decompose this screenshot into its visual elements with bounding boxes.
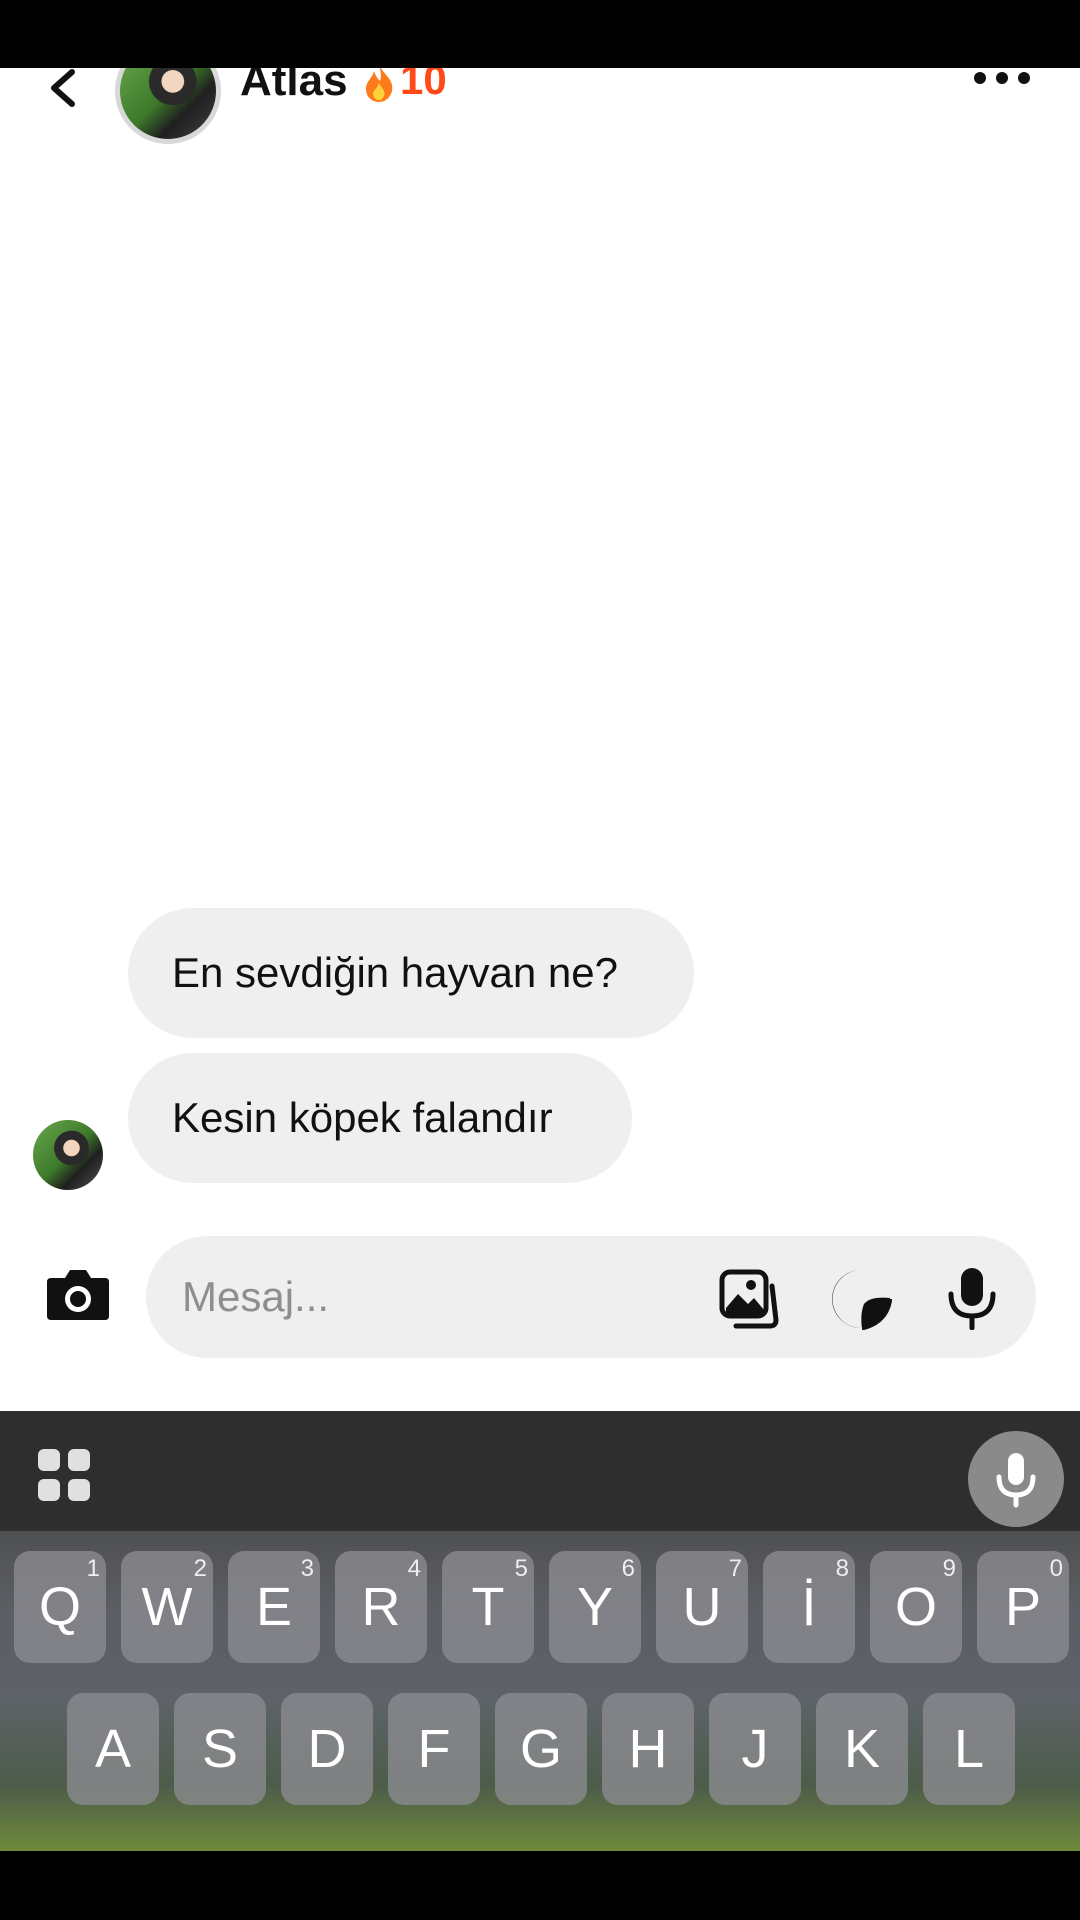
camera-button[interactable]: [45, 1266, 111, 1322]
keyboard-voice-button[interactable]: [968, 1431, 1064, 1527]
key-j[interactable]: J: [709, 1693, 801, 1805]
key-label: U: [682, 1577, 722, 1637]
key-label: E: [255, 1577, 293, 1637]
key-label: İ: [801, 1577, 817, 1637]
apps-grid-icon[interactable]: [38, 1449, 92, 1503]
keyboard-toolbar: [0, 1411, 1080, 1531]
gallery-icon: [719, 1269, 779, 1329]
key-y[interactable]: Y6: [549, 1551, 641, 1663]
key-number-hint: 4: [407, 1555, 421, 1582]
key-number-hint: 8: [835, 1555, 849, 1582]
key-number-hint: 5: [514, 1555, 528, 1582]
key-h[interactable]: H: [602, 1693, 694, 1805]
key-number-hint: 7: [728, 1555, 742, 1582]
message-composer: [146, 1236, 1036, 1358]
back-button[interactable]: [40, 68, 90, 118]
microphone-icon: [996, 1453, 1036, 1508]
chat-header: Atlas 10: [0, 68, 1080, 144]
key-i̇[interactable]: İ8: [763, 1551, 855, 1663]
on-screen-keyboard: Q1W2E3R4T5Y6U7İ8O9P0 ASDFGHJKL: [0, 1411, 1080, 1851]
key-label: P: [1004, 1577, 1042, 1637]
contact-name[interactable]: Atlas: [240, 68, 348, 106]
streak-badge: 10: [362, 68, 447, 104]
key-label: R: [361, 1577, 401, 1637]
key-number-hint: 1: [86, 1555, 100, 1582]
contact-avatar[interactable]: [115, 68, 221, 144]
key-g[interactable]: G: [495, 1693, 587, 1805]
key-number-hint: 6: [621, 1555, 635, 1582]
chat-screen: Atlas 10 En sevdiğin hayvan ne? Kesin kö…: [0, 68, 1080, 1851]
key-s[interactable]: S: [174, 1693, 266, 1805]
streak-count: 10: [400, 68, 447, 103]
message-input[interactable]: [180, 1266, 684, 1328]
key-o[interactable]: O9: [870, 1551, 962, 1663]
keyboard-row-2: ASDFGHJKL: [0, 1693, 1080, 1805]
key-t[interactable]: T5: [442, 1551, 534, 1663]
key-l[interactable]: L: [923, 1693, 1015, 1805]
key-q[interactable]: Q1: [14, 1551, 106, 1663]
key-number-hint: 0: [1049, 1555, 1063, 1582]
key-number-hint: 3: [300, 1555, 314, 1582]
key-number-hint: 2: [193, 1555, 207, 1582]
sticker-icon: [832, 1270, 893, 1331]
microphone-icon: [948, 1268, 996, 1331]
key-number-hint: 9: [942, 1555, 956, 1582]
camera-icon: [47, 1270, 109, 1320]
gallery-button[interactable]: [718, 1268, 780, 1330]
fire-icon: [366, 68, 393, 102]
key-label: O: [894, 1577, 937, 1637]
key-label: T: [471, 1577, 505, 1637]
key-f[interactable]: F: [388, 1693, 480, 1805]
key-e[interactable]: E3: [228, 1551, 320, 1663]
chevron-left-icon: [51, 69, 75, 107]
message-bubble[interactable]: Kesin köpek falandır: [128, 1053, 632, 1183]
keyboard-row-1: Q1W2E3R4T5Y6U7İ8O9P0: [0, 1551, 1080, 1663]
key-label: W: [141, 1577, 193, 1637]
voice-message-button[interactable]: [946, 1266, 998, 1331]
key-k[interactable]: K: [816, 1693, 908, 1805]
key-a[interactable]: A: [67, 1693, 159, 1805]
more-horizontal-icon: [974, 72, 1030, 84]
key-label: Q: [38, 1577, 81, 1637]
key-d[interactable]: D: [281, 1693, 373, 1805]
key-w[interactable]: W2: [121, 1551, 213, 1663]
message-bubble[interactable]: En sevdiğin hayvan ne?: [128, 908, 694, 1038]
sticker-button[interactable]: [830, 1268, 893, 1331]
key-u[interactable]: U7: [656, 1551, 748, 1663]
key-label: Y: [576, 1577, 614, 1637]
key-p[interactable]: P0: [977, 1551, 1069, 1663]
more-options-button[interactable]: [972, 68, 1032, 98]
key-r[interactable]: R4: [335, 1551, 427, 1663]
sender-avatar[interactable]: [33, 1120, 103, 1190]
